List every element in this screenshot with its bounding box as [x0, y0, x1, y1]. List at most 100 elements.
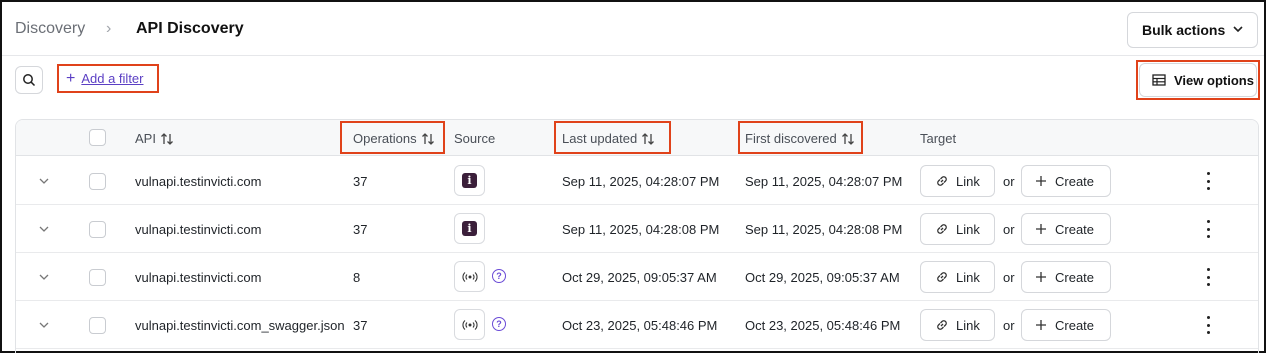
search-icon [23, 74, 36, 87]
table-view-icon [1152, 74, 1166, 86]
create-button[interactable]: Create [1021, 165, 1111, 197]
link-button[interactable]: Link [920, 309, 995, 341]
row-checkbox[interactable] [89, 173, 106, 190]
first-discovered: Sep 11, 2025, 04:28:08 PM [745, 222, 903, 237]
page-title: API Discovery [136, 20, 244, 37]
create-button[interactable]: Create [1021, 261, 1111, 293]
api-name[interactable]: vulnapi.testinvicti.com_swagger.json [135, 318, 345, 333]
column-source: Source [454, 131, 495, 146]
chevron-down-icon[interactable] [38, 271, 50, 283]
table-row[interactable]: vulnapi.testinvicti.com_swagger.json 37 … [16, 301, 1258, 349]
first-discovered: Oct 23, 2025, 05:48:46 PM [745, 318, 901, 333]
sort-icon [841, 132, 854, 145]
link-label: Link [956, 221, 980, 237]
bulk-actions-label: Bulk actions [1142, 22, 1226, 38]
view-options-label: View options [1174, 72, 1254, 88]
column-last-updated[interactable]: Last updated [562, 131, 655, 146]
chevron-down-icon[interactable] [38, 223, 50, 235]
help-icon[interactable]: ? [492, 317, 506, 331]
plus-icon [1036, 176, 1046, 186]
more-options-icon[interactable] [1204, 220, 1212, 238]
api-table: API Operations Source Last updated First… [15, 119, 1259, 353]
sort-icon [421, 132, 434, 145]
last-updated: Oct 23, 2025, 05:48:46 PM [562, 318, 718, 333]
add-filter-label: Add a filter [81, 71, 144, 86]
last-updated: Sep 11, 2025, 04:28:07 PM [562, 174, 720, 189]
link-label: Link [956, 269, 980, 285]
column-api[interactable]: API [135, 131, 174, 146]
api-name[interactable]: vulnapi.testinvicti.com [135, 174, 261, 189]
link-icon [937, 176, 947, 186]
operations-count: 37 [353, 318, 368, 333]
chevron-down-icon [1233, 26, 1243, 33]
or-text: or [1003, 222, 1015, 237]
plus-icon [1036, 224, 1046, 234]
link-icon [937, 320, 947, 330]
select-all-checkbox[interactable] [89, 129, 106, 146]
create-label: Create [1055, 173, 1095, 189]
link-icon [937, 272, 947, 282]
column-target-label: Target [920, 131, 957, 146]
add-filter-button[interactable]: + Add a filter [57, 64, 159, 93]
invicti-icon: i [462, 221, 477, 236]
create-label: Create [1055, 269, 1095, 285]
more-options-icon[interactable] [1204, 172, 1212, 190]
column-last-updated-label: Last updated [562, 131, 638, 146]
or-text: or [1003, 270, 1015, 285]
table-row[interactable]: vulnapi.testinvicti.com 8 ? Oct 29, 2025… [16, 253, 1258, 301]
link-button[interactable]: Link [920, 261, 995, 293]
more-options-icon[interactable] [1204, 268, 1212, 286]
column-first-discovered[interactable]: First discovered [745, 131, 855, 146]
table-row[interactable]: vulnapi.testinvicti.com 37 i Sep 11, 202… [16, 157, 1258, 205]
create-label: Create [1055, 221, 1095, 237]
source-badge: i [454, 213, 485, 244]
create-label: Create [1055, 317, 1095, 333]
plus-icon [1036, 272, 1046, 282]
link-button[interactable]: Link [920, 213, 995, 245]
first-discovered: Sep 11, 2025, 04:28:07 PM [745, 174, 903, 189]
link-icon [937, 224, 947, 234]
first-discovered: Oct 29, 2025, 09:05:37 AM [745, 270, 900, 285]
link-button[interactable]: Link [920, 165, 995, 197]
search-button[interactable] [15, 66, 43, 94]
page-header: Discovery › API Discovery Bulk actions [2, 2, 1264, 56]
more-options-icon[interactable] [1204, 316, 1212, 334]
create-button[interactable]: Create [1021, 309, 1111, 341]
column-operations-label: Operations [353, 131, 417, 146]
broadcast-icon [462, 271, 477, 282]
source-badge [454, 309, 485, 340]
chevron-down-icon[interactable] [38, 175, 50, 187]
column-api-label: API [135, 131, 156, 146]
column-first-discovered-label: First discovered [745, 131, 837, 146]
sort-icon [161, 132, 173, 145]
breadcrumb-discovery[interactable]: Discovery [15, 20, 85, 38]
help-icon[interactable]: ? [492, 269, 506, 283]
view-options-button[interactable]: View options [1139, 63, 1257, 97]
operations-count: 37 [353, 222, 368, 237]
link-label: Link [956, 317, 980, 333]
bulk-actions-button[interactable]: Bulk actions [1127, 12, 1258, 48]
or-text: or [1003, 174, 1015, 189]
source-badge: i [454, 165, 485, 196]
broadcast-icon [462, 319, 477, 330]
breadcrumb-separator: › [106, 20, 112, 37]
chevron-down-icon[interactable] [38, 319, 50, 331]
create-button[interactable]: Create [1021, 213, 1111, 245]
last-updated: Sep 11, 2025, 04:28:08 PM [562, 222, 720, 237]
row-checkbox[interactable] [89, 221, 106, 238]
api-name[interactable]: vulnapi.testinvicti.com [135, 270, 261, 285]
column-target: Target [920, 131, 956, 146]
api-name[interactable]: vulnapi.testinvicti.com [135, 222, 261, 237]
table-header: API Operations Source Last updated First… [16, 120, 1258, 156]
row-checkbox[interactable] [89, 317, 106, 334]
row-checkbox[interactable] [89, 269, 106, 286]
plus-icon [1036, 320, 1046, 330]
sort-icon [642, 132, 655, 145]
plus-icon: + [66, 69, 76, 87]
table-row[interactable]: vulnapi.testinvicti.com 37 i Sep 11, 202… [16, 205, 1258, 253]
operations-count: 37 [353, 174, 368, 189]
column-operations[interactable]: Operations [353, 131, 435, 146]
last-updated: Oct 29, 2025, 09:05:37 AM [562, 270, 717, 285]
operations-count: 8 [353, 270, 361, 285]
link-label: Link [956, 173, 980, 189]
